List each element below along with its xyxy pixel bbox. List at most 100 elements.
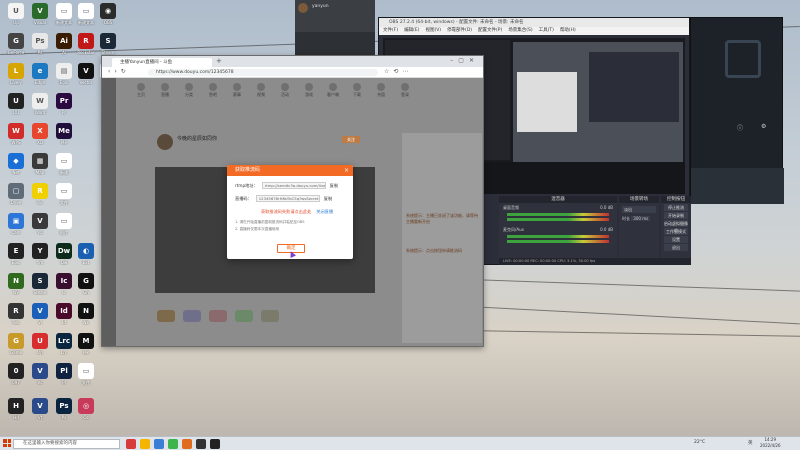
- desktop-icon[interactable]: ▭ 文件: [74, 363, 98, 386]
- weather-temp[interactable]: 22°C: [694, 440, 705, 445]
- url-input[interactable]: https://www.douyu.com/12345678: [148, 69, 378, 76]
- site-nav-item[interactable]: 登录: [396, 81, 414, 105]
- toolbar-icons[interactable]: ☆⟲⋯: [384, 68, 412, 75]
- desktop-icon[interactable]: ◎ Oc: [74, 398, 98, 420]
- transition-select[interactable]: 淡出: [622, 206, 656, 213]
- desktop-icon[interactable]: Id Id: [52, 303, 76, 325]
- site-nav-item[interactable]: 活动: [276, 81, 294, 105]
- gift-item[interactable]: [235, 310, 253, 322]
- gift-item[interactable]: [183, 310, 201, 322]
- taskbar-app-icon[interactable]: [168, 439, 178, 449]
- desktop-icon[interactable]: 0 097: [4, 363, 28, 385]
- site-nav-item[interactable]: 分类: [180, 81, 198, 105]
- desktop-icon[interactable]: ▭ 新建文本: [74, 3, 98, 26]
- desktop-icon[interactable]: U UU: [4, 93, 28, 115]
- obs-menu-item[interactable]: 工具(T): [539, 27, 554, 35]
- rtmp-field[interactable]: rtmp://sendtc3a.douyu.com/live: [261, 182, 326, 189]
- desktop-icon[interactable]: E Epic: [4, 243, 28, 265]
- desktop-icon[interactable]: Y Ym: [28, 243, 52, 265]
- desktop-icon[interactable]: U Up: [28, 333, 52, 355]
- site-nav-item[interactable]: 赛事: [228, 81, 246, 105]
- desktop-icon[interactable]: G Game: [4, 333, 28, 355]
- window-controls[interactable]: –▢✕: [450, 57, 479, 64]
- desktop-icon[interactable]: G Gh: [74, 273, 98, 295]
- obs-menu-item[interactable]: 配置文件(P): [478, 27, 502, 35]
- desktop-icon[interactable]: ▭新建: [52, 153, 76, 176]
- desktop-icon[interactable]: V Vi: [28, 303, 52, 325]
- desktop-icon[interactable]: Pl Pl: [52, 363, 76, 385]
- obs-menu-item[interactable]: 视图(V): [425, 27, 441, 35]
- desktop-icon[interactable]: Ai Ai: [52, 33, 76, 55]
- obs-menu-item[interactable]: 编辑(E): [404, 27, 419, 35]
- key-field[interactable]: 12345678rH8sYbC5q?wsSecret=: [255, 195, 320, 202]
- desktop-icon[interactable]: R Rockstar: [74, 33, 98, 55]
- desktop-icon[interactable]: Dw Dw: [52, 243, 76, 265]
- site-nav-item[interactable]: 主页: [132, 81, 150, 105]
- desktop-icon[interactable]: Ic Ic: [52, 273, 76, 295]
- obs-control-button[interactable]: 停止推流: [664, 204, 688, 211]
- desktop-icon[interactable]: Lrc Lrc: [52, 333, 76, 355]
- desktop-icon[interactable]: ▭ 文件: [52, 183, 76, 206]
- site-nav-item[interactable]: 视频: [252, 81, 270, 105]
- obs-control-button[interactable]: 启动虚拟摄像机: [664, 220, 688, 233]
- site-nav-item[interactable]: 游戏: [300, 81, 318, 105]
- close-icon[interactable]: ×: [344, 165, 349, 176]
- desktop-icon[interactable]: L Lively: [4, 63, 28, 85]
- clock[interactable]: 14:29 2022/4/26: [760, 437, 781, 449]
- desktop-icon[interactable]: M Mk: [74, 333, 98, 355]
- desktop-icon[interactable]: ◆ Net: [4, 153, 28, 175]
- info-icon[interactable]: ⓘ: [737, 123, 743, 132]
- obs-control-button[interactable]: 退出: [664, 244, 688, 251]
- input-lang[interactable]: 英: [748, 440, 753, 446]
- new-tab-icon[interactable]: +: [216, 57, 222, 65]
- desktop-icon[interactable]: S Steam: [28, 273, 52, 295]
- desktop-icon[interactable]: Me Me: [52, 123, 76, 145]
- desktop-icon[interactable]: V Vector: [74, 63, 98, 85]
- desktop-icon[interactable]: G GeForce: [4, 33, 28, 55]
- desktop-icon[interactable]: ▣ Cam: [4, 213, 28, 235]
- obs-control-button[interactable]: 开始录制: [664, 212, 688, 219]
- desktop-icon[interactable]: ▦ Map: [28, 153, 52, 175]
- desktop-icon[interactable]: N NV: [4, 273, 28, 295]
- desktop-icon[interactable]: R Rec: [4, 303, 28, 325]
- close-live-link[interactable]: 关闭直播: [316, 209, 333, 215]
- site-nav-item[interactable]: 客户端: [324, 81, 342, 105]
- desktop-icon[interactable]: X XD: [28, 123, 52, 145]
- desktop-icon[interactable]: S Steam: [96, 33, 120, 55]
- desktop-icon[interactable]: V Vc: [28, 363, 52, 385]
- obs-control-button[interactable]: 工作室模式: [664, 228, 688, 235]
- copy-key-button[interactable]: 复制: [324, 196, 332, 202]
- desktop-icon[interactable]: W Word: [28, 93, 52, 115]
- desktop-icon[interactable]: V Vb: [28, 213, 52, 235]
- desktop-icon[interactable]: ◐ Ext: [74, 243, 98, 265]
- obs-menu-item[interactable]: 场景集合(S): [508, 27, 532, 35]
- gift-item[interactable]: [157, 310, 175, 322]
- obs-menu-item[interactable]: 停靠部件(D): [447, 27, 472, 35]
- desktop-icon[interactable]: Ps Ps: [28, 33, 52, 55]
- desktop-icon[interactable]: ◉ OBS: [96, 3, 120, 25]
- taskbar-app-icon[interactable]: [210, 439, 220, 449]
- taskbar-app-icon[interactable]: [154, 439, 164, 449]
- taskbar-app-icon[interactable]: [196, 439, 206, 449]
- desktop-icon[interactable]: ▢ Drive: [4, 183, 28, 205]
- site-nav-item[interactable]: 直播: [156, 81, 174, 105]
- desktop-icon[interactable]: N Nx: [74, 303, 98, 325]
- desktop-icon[interactable]: U Up: [4, 3, 28, 25]
- nav-back-forward-refresh-icon[interactable]: ‹›↻: [108, 68, 130, 75]
- taskbar-search[interactable]: 在这里输入你要搜索的内容: [13, 439, 120, 449]
- desktop-icon[interactable]: W WPS: [4, 123, 28, 145]
- browser-tab[interactable]: 主播Yanyun直播间 - 斗鱼: [112, 58, 212, 67]
- obs-menu-item[interactable]: 帮助(H): [560, 27, 576, 35]
- gift-item[interactable]: [261, 310, 279, 322]
- gift-item[interactable]: [209, 310, 227, 322]
- settings-icon[interactable]: ⚙: [761, 123, 766, 130]
- site-nav-item[interactable]: 下载: [348, 81, 366, 105]
- taskbar-app-icon[interactable]: [126, 439, 136, 449]
- desktop-icon[interactable]: V Visual: [28, 3, 52, 25]
- desktop-icon[interactable]: Ps Ps: [52, 398, 76, 420]
- obs-menu-item[interactable]: 文件(F): [383, 27, 398, 35]
- desktop-icon[interactable]: ▭ 新建文本: [52, 3, 76, 26]
- desktop-icon[interactable]: R Ru: [28, 183, 52, 205]
- follow-button[interactable]: 关注: [342, 136, 360, 143]
- taskbar-app-icon[interactable]: [182, 439, 192, 449]
